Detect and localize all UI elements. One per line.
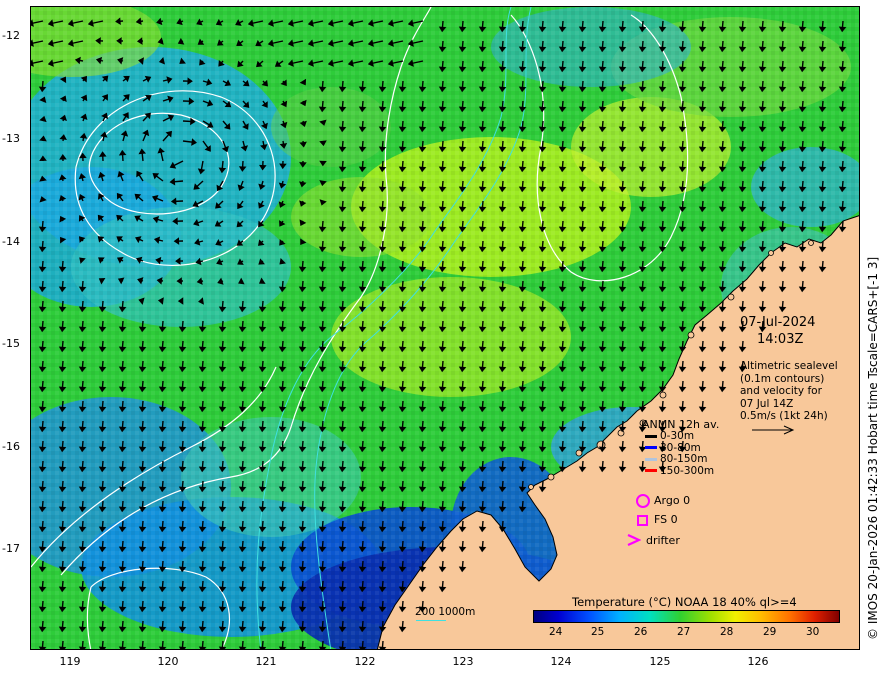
depth-label: 30-80m: [660, 441, 701, 454]
lat-label-2: -14: [2, 235, 20, 248]
depth-label: 80-150m: [660, 453, 708, 465]
colorbar-tick: 27: [677, 626, 691, 638]
depth-legend-item: 150-300m: [645, 464, 715, 478]
info-line: (0.1m contours): [740, 372, 825, 385]
fs-icon: [637, 515, 648, 526]
info-line: Altimetric sealevel: [740, 360, 838, 372]
velocity-arrowhead: [278, 646, 287, 649]
velocity-arrowhead: [138, 646, 147, 649]
argo-label: Argo 0: [654, 494, 691, 507]
velocity-arrowhead: [38, 646, 47, 649]
colorbar: [533, 610, 840, 623]
drifter-icon: [627, 534, 641, 546]
lon-label-3: 122: [354, 655, 376, 668]
lat-label-3: -15: [2, 337, 20, 350]
lon-label-0: 119: [59, 655, 81, 668]
velocity-arrowhead: [258, 646, 267, 649]
fs-label: FS 0: [654, 513, 678, 526]
velocity-arrowhead: [118, 646, 127, 649]
lon-label-7: 126: [747, 655, 769, 668]
velocity-arrowhead: [218, 646, 227, 649]
velocity-arrowhead: [31, 39, 34, 47]
drifter-label: drifter: [646, 534, 680, 547]
lon-label-2: 121: [255, 655, 277, 668]
velocity-arrowhead: [158, 646, 167, 649]
info-line: and velocity for: [740, 385, 822, 397]
velocity-arrowhead: [178, 646, 187, 649]
velocity-arrowhead: [58, 646, 67, 649]
colorbar-tick: 29: [763, 626, 777, 638]
depth-arrow-icon: [645, 457, 657, 461]
lon-label-5: 124: [550, 655, 572, 668]
velocity-arrowhead: [31, 19, 34, 27]
depth-arrow-icon: [645, 446, 657, 449]
lon-label-6: 125: [649, 655, 671, 668]
velocity-arrowhead: [298, 646, 307, 649]
depth-label: 0-30m: [660, 430, 695, 442]
colorbar-tick: 28: [720, 626, 734, 638]
lat-label-0: -12: [2, 29, 20, 42]
copyright-label: © IMOS 20-Jan-2026 01:42:33 Hobart time …: [866, 256, 880, 640]
velocity-arrowhead: [318, 646, 327, 649]
map-date: 07-Jul-2024: [740, 315, 816, 330]
info-line: 0.5m/s (1kt 24h): [740, 410, 828, 422]
velocity-arrowhead: [338, 646, 347, 649]
velocity-arrowhead: [358, 646, 367, 649]
velocity-arrowhead: [98, 646, 107, 649]
colorbar-tick: 26: [634, 626, 648, 638]
velocity-arrowhead: [378, 646, 387, 649]
depth-arrow-icon: [645, 469, 657, 472]
lat-label-1: -13: [2, 132, 20, 145]
info-line: 07 Jul 14Z: [740, 397, 794, 410]
lat-label-4: -16: [2, 440, 20, 453]
velocity-arrowhead: [31, 59, 34, 67]
lon-label-4: 123: [452, 655, 474, 668]
sst-map-svg: [31, 7, 859, 649]
lon-label-1: 120: [157, 655, 179, 668]
depth-label: 150-300m: [660, 464, 715, 477]
depth-legend: 0-30m 30-80m 80-150m 150-300m: [645, 430, 715, 478]
velocity-arrowhead: [198, 646, 207, 649]
lat-label-5: -17: [2, 542, 20, 555]
velocity-arrowhead: [78, 646, 87, 649]
colorbar-tick: 30: [806, 626, 820, 638]
argo-icon: [636, 494, 650, 508]
colorbar-tick: 24: [549, 626, 563, 638]
isobath-label: 200 1000m: [415, 606, 476, 618]
depth-arrow-icon: [645, 434, 657, 438]
scale-arrow-icon: [752, 425, 795, 435]
sst-map: [30, 6, 860, 650]
map-time: 14:03Z: [757, 332, 804, 347]
colorbar-tick: 25: [591, 626, 605, 638]
info-block: Altimetric sealevel (0.1m contours) and …: [740, 360, 838, 423]
colorbar-title: Temperature (°C) NOAA 18 40% ql>=4: [572, 595, 797, 609]
isobath-key-line: [416, 620, 446, 621]
velocity-arrowhead: [238, 646, 247, 649]
